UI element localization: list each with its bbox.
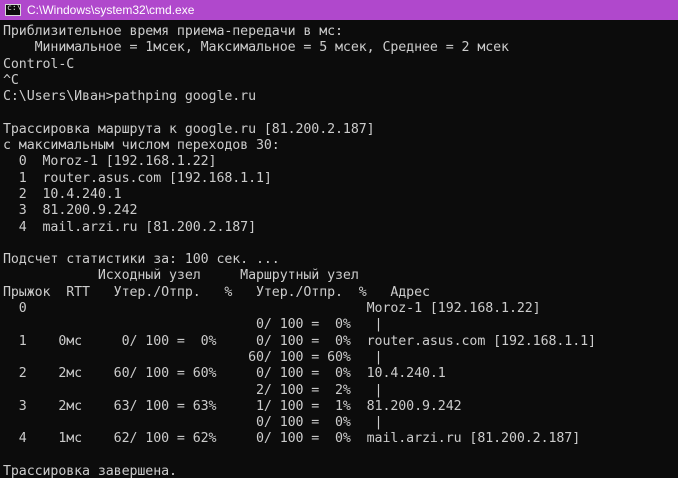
console-line: 0/ 100 = 0% | (3, 415, 383, 431)
cmd-console-icon[interactable]: c:\ (5, 3, 22, 16)
console-line: 1 0мс 0/ 100 = 0% 0/ 100 = 0% router.asu… (3, 333, 596, 349)
console-line: 2 2мс 60/ 100 = 60% 0/ 100 = 0% 10.4.240… (3, 366, 446, 382)
console-line: Трассировка завершена. (3, 464, 177, 478)
console-line: 0/ 100 = 0% | (3, 317, 383, 333)
console-line: C:\Users\Иван>pathping google.ru (3, 89, 256, 105)
title-bar[interactable]: c:\ C:\Windows\system32\cmd.exe (0, 0, 678, 20)
console-line: Приблизительное время приема-передачи в … (3, 24, 343, 39)
window-title: C:\Windows\system32\cmd.exe (27, 3, 195, 17)
console-line: 0 Moroz-1 [192.168.1.22] (3, 154, 217, 170)
console-line: 0 Moroz-1 [192.168.1.22] (3, 301, 541, 317)
console-output[interactable]: Приблизительное время приема-передачи в … (3, 24, 678, 478)
console-line: 1 router.asus.com [192.168.1.1] (3, 170, 272, 186)
console-line: с максимальным числом переходов 30: (3, 138, 280, 154)
console-line: Минимальное = 1мсек, Максимальное = 5 мс… (3, 40, 509, 56)
console-line: 3 2мс 63/ 100 = 63% 1/ 100 = 1% 81.200.9… (3, 398, 462, 414)
console-line: ^C (3, 72, 19, 88)
console-line: 4 mail.arzi.ru [81.200.2.187] (3, 219, 256, 235)
cmd-icon-glyph: c:\ (7, 3, 22, 12)
console-line: 60/ 100 = 60% | (3, 349, 383, 365)
console-line: 2/ 100 = 2% | (3, 382, 383, 398)
console-line: Трассировка маршрута к google.ru [81.200… (3, 121, 375, 137)
cmd-window: c:\ C:\Windows\system32\cmd.exe Приблизи… (0, 0, 678, 478)
console-line: 2 10.4.240.1 (3, 186, 122, 202)
console-line: Прыжок RTT Утер./Отпр. % Утер./Отпр. % А… (3, 284, 430, 300)
console-line: Control-C (3, 56, 75, 72)
console-line: 3 81.200.9.242 (3, 203, 138, 219)
console-line: Исходный узел Маршрутный узел (3, 268, 359, 284)
console-line: 4 1мс 62/ 100 = 62% 0/ 100 = 0% mail.arz… (3, 431, 581, 447)
console-line: Подсчет статистики за: 100 сек. ... (3, 252, 280, 268)
